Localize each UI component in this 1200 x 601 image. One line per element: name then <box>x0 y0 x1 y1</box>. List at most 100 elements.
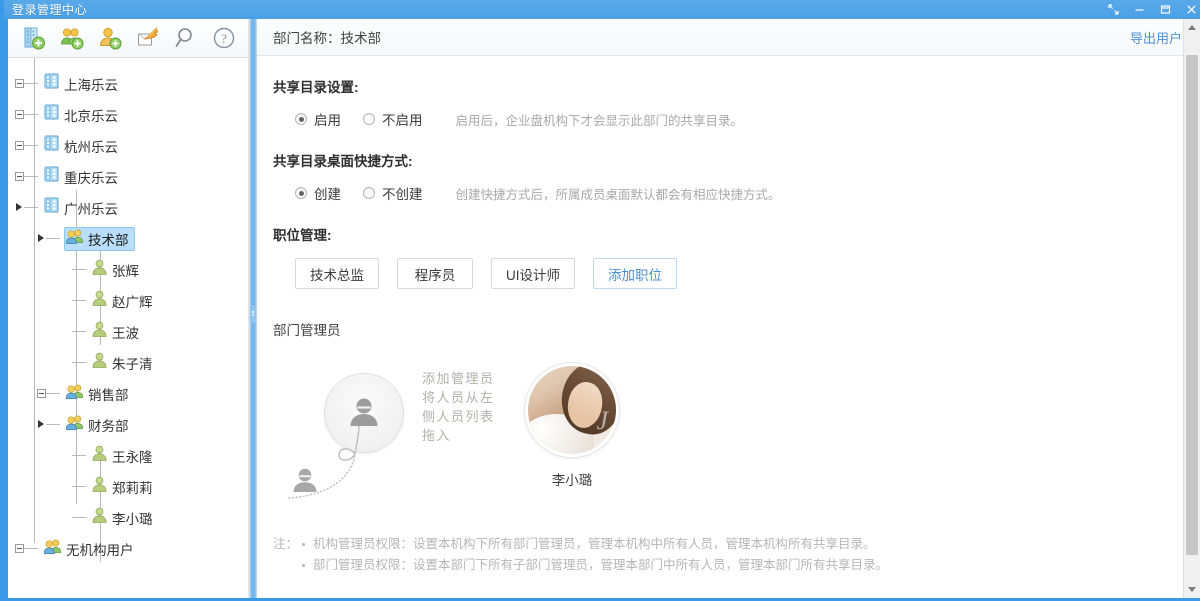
search-icon[interactable] <box>173 25 199 51</box>
tree-expand-toggle[interactable] <box>15 172 24 181</box>
tree-node-王波[interactable]: 王波 <box>8 316 248 347</box>
tree-collapse-toggle[interactable] <box>38 234 44 242</box>
shortcut-create-radio[interactable] <box>295 187 307 199</box>
panel-splitter[interactable] <box>249 19 257 598</box>
tree-collapse-toggle[interactable] <box>38 420 44 428</box>
add-position-button[interactable]: 添加职位 <box>593 258 677 289</box>
tree-node-广州乐云[interactable]: 广州乐云 <box>8 192 248 223</box>
tree-node-hit[interactable]: 财务部 <box>64 413 135 437</box>
import-icon[interactable] <box>135 25 161 51</box>
add-organization-icon[interactable] <box>21 25 47 51</box>
tree-node-朱子清[interactable]: 朱子清 <box>8 347 248 378</box>
share-directory-enable-radio[interactable] <box>295 113 307 125</box>
maximize-icon[interactable] <box>1158 3 1172 17</box>
window-controls <box>1106 0 1198 19</box>
tree-node-label: 朱子清 <box>112 356 153 372</box>
tree-node-销售部[interactable]: 销售部 <box>8 378 248 409</box>
splitter-grip[interactable] <box>250 305 256 323</box>
admin-card[interactable]: J 李小璐 <box>522 363 622 489</box>
tree-node-hit[interactable]: 李小璐 <box>90 505 159 530</box>
tree-node-hit[interactable]: 重庆乐云 <box>42 164 124 189</box>
chevron-up-icon <box>1188 25 1196 30</box>
tree-node-hit[interactable]: 王永隆 <box>90 443 159 468</box>
shortcut-options: 创建 不创建 创建快捷方式后，所属成员桌面默认都会有相应快捷方式。 <box>295 183 1200 203</box>
position-button-程序员[interactable]: 程序员 <box>397 258 473 289</box>
tree-node-hit[interactable]: 广州乐云 <box>42 195 124 220</box>
shortcut-nocreate-radio[interactable] <box>363 187 375 199</box>
notes-label: 注： <box>273 537 299 551</box>
building-icon <box>44 166 59 187</box>
share-directory-disable-radio[interactable] <box>363 113 375 125</box>
group-icon <box>65 415 84 435</box>
tree-node-hit[interactable]: 赵广辉 <box>90 288 159 313</box>
user-icon <box>92 445 107 466</box>
shortcut-create-label[interactable]: 创建 <box>314 183 341 203</box>
position-button-技术总监[interactable]: 技术总监 <box>295 258 379 289</box>
fullscreen-icon[interactable] <box>1106 3 1120 17</box>
tree-expand-toggle[interactable] <box>15 141 24 150</box>
tree-node-北京乐云[interactable]: 北京乐云 <box>8 99 248 130</box>
minimize-icon[interactable] <box>1132 3 1146 17</box>
tree-node-label: 销售部 <box>88 387 129 403</box>
tree-node-hit[interactable]: 郑莉莉 <box>90 474 159 499</box>
tree-connector-line <box>24 176 38 177</box>
add-user-icon[interactable] <box>97 25 123 51</box>
export-users-link[interactable]: 导出用户 <box>1130 28 1182 47</box>
tree-expand-toggle[interactable] <box>37 389 46 398</box>
tree-node-label: 广州乐云 <box>64 201 118 217</box>
drag-hint-line: 将人员从左 <box>422 390 495 405</box>
tree-connector-line <box>46 393 60 394</box>
scrollbar-thumb[interactable] <box>1186 55 1198 555</box>
admin-name: 李小璐 <box>551 473 593 488</box>
scroll-down-button[interactable] <box>1184 581 1200 598</box>
avatar[interactable]: J <box>525 363 619 457</box>
tree-node-hit[interactable]: 上海乐云 <box>42 71 124 96</box>
tree-node-赵广辉[interactable]: 赵广辉 <box>8 285 248 316</box>
tree-node-重庆乐云[interactable]: 重庆乐云 <box>8 161 248 192</box>
tree-expand-toggle[interactable] <box>15 110 24 119</box>
add-department-icon[interactable] <box>59 25 85 51</box>
tree-node-label: 北京乐云 <box>64 108 118 124</box>
page-title: 部门名称：技术部 <box>273 31 381 46</box>
tree-node-财务部[interactable]: 财务部 <box>8 409 248 440</box>
tree-node-上海乐云[interactable]: 上海乐云 <box>8 68 248 99</box>
tree-node-郑莉莉[interactable]: 郑莉莉 <box>8 471 248 502</box>
vertical-scrollbar[interactable] <box>1183 19 1200 598</box>
help-icon[interactable]: ? <box>211 25 237 51</box>
group-icon <box>43 539 62 554</box>
tree-node-hit[interactable]: 杭州乐云 <box>42 133 124 158</box>
note-item: 部门管理员权限：设置本部门下所有子部门管理员，管理本部门中所有人员，管理本部门所… <box>300 555 888 576</box>
tree-node-技术部[interactable]: 技术部 <box>8 223 248 254</box>
tree-node-杭州乐云[interactable]: 杭州乐云 <box>8 130 248 161</box>
share-directory-enable-label[interactable]: 启用 <box>314 109 341 129</box>
close-icon[interactable] <box>1184 3 1198 17</box>
building-icon <box>44 104 59 125</box>
user-icon <box>92 507 107 523</box>
position-button-UI设计师[interactable]: UI设计师 <box>491 258 575 289</box>
building-icon <box>44 73 59 94</box>
tree-node-hit[interactable]: 北京乐云 <box>42 102 124 127</box>
shortcut-nocreate-label[interactable]: 不创建 <box>382 183 423 203</box>
share-directory-disable-label[interactable]: 不启用 <box>382 109 423 129</box>
tree-node-hit[interactable]: 销售部 <box>64 382 135 406</box>
user-icon <box>92 352 107 373</box>
tree-expand-toggle[interactable] <box>15 79 24 88</box>
tree-collapse-toggle[interactable] <box>16 203 22 211</box>
tree-node-hit[interactable]: 技术部 <box>64 226 135 251</box>
group-icon <box>43 539 62 559</box>
tree-connector-line <box>24 83 38 84</box>
organization-tree[interactable]: 上海乐云北京乐云杭州乐云重庆乐云广州乐云技术部张辉赵广辉王波朱子清销售部财务部王… <box>8 58 248 598</box>
tree-node-张辉[interactable]: 张辉 <box>8 254 248 285</box>
tree-node-王永隆[interactable]: 王永隆 <box>8 440 248 471</box>
group-icon <box>65 415 84 430</box>
tree-node-李小璐[interactable]: 李小璐 <box>8 502 248 533</box>
group-icon <box>65 229 84 249</box>
scroll-up-button[interactable] <box>1184 19 1200 36</box>
tree-node-hit[interactable]: 朱子清 <box>90 350 159 375</box>
user-icon <box>92 290 107 306</box>
tree-node-无机构用户[interactable]: 无机构用户 <box>8 533 248 564</box>
tree-node-hit[interactable]: 张辉 <box>90 257 145 282</box>
tree-node-hit[interactable]: 无机构用户 <box>42 537 140 561</box>
tree-node-hit[interactable]: 王波 <box>90 319 145 344</box>
tree-expand-toggle[interactable] <box>15 544 24 553</box>
